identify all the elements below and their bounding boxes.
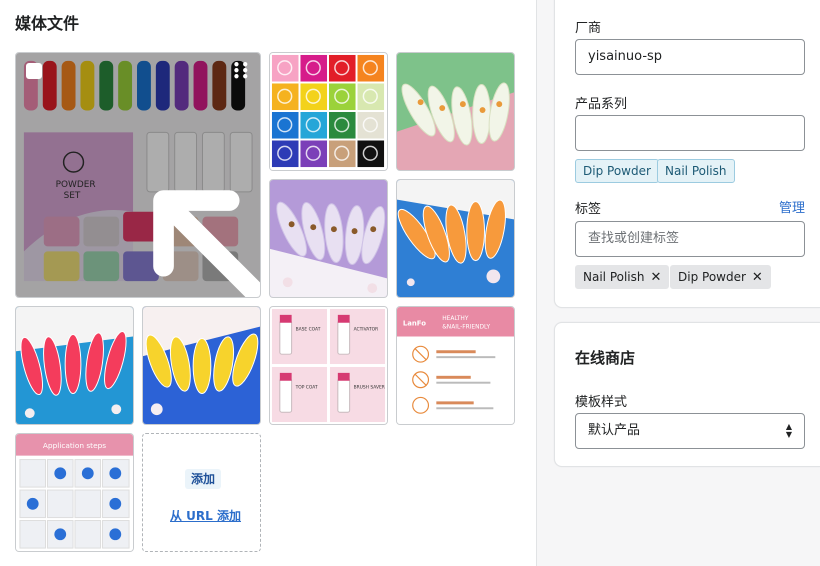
media-section: 媒体文件 POWDER SET •• •• •• BASE COAT ACTIV… [0,0,536,566]
drag-handle-icon[interactable]: •• •• •• [233,59,250,83]
product-type-label: 产品系列 [575,97,628,112]
online-store-title: 在线商店 [575,349,636,367]
media-tile-green-nails[interactable] [396,52,515,171]
media-tile-orange-nails[interactable] [396,179,515,298]
svg-text:&NAIL-FRIENDLY: &NAIL-FRIENDLY [442,325,490,331]
collection-chip-nail-polish[interactable]: Nail Polish [657,159,735,183]
vendor-label: 厂商 [575,21,602,36]
yellow-nails-image [143,307,260,424]
product-type-field[interactable] [575,115,805,151]
template-label: 模板样式 [575,395,628,410]
select-arrows-icon: ▲ ▼ [785,422,792,439]
manage-tags-link[interactable]: 管理 [779,197,805,216]
product-editor: 媒体文件 POWDER SET •• •• •• BASE COAT ACTIV… [0,0,820,566]
select-checkbox[interactable] [26,63,42,79]
vendor-field[interactable]: yisainuo-sp [575,39,805,75]
expand-icon[interactable] [126,163,261,298]
tags-label: 标签 [575,202,602,217]
media-tile-healthy[interactable]: LanFo HEALTHY &NAIL-FRIENDLY [396,306,515,425]
media-tile-swatches[interactable] [269,52,388,171]
tag-chip-label: Dip Powder [678,270,746,284]
coat-bottles-image: BASE COAT ACTIVATOR TOP COAT BRUSH SAVER [270,307,387,424]
tag-chip-dip-powder[interactable]: Dip Powder ✕ [670,265,771,289]
media-title: 媒体文件 [15,14,80,33]
tag-chip-label: Nail Polish [583,270,645,284]
add-media-button[interactable]: 添加 [185,469,222,489]
media-tile-purple-nails[interactable] [269,179,388,298]
red-nails-image [16,307,133,424]
healthy-nail-image: LanFo HEALTHY &NAIL-FRIENDLY [397,307,514,424]
media-tile-coat-bottles[interactable]: BASE COAT ACTIVATOR TOP COAT BRUSH SAVER [269,306,388,425]
healthy-brand: LanFo [403,320,426,328]
media-tile-cover[interactable]: POWDER SET •• •• •• [15,52,261,298]
organization-card: 厂商 yisainuo-sp 产品系列 Dip Powder Nail Poli… [554,0,820,308]
remove-tag-icon[interactable]: ✕ [651,270,662,285]
coat-label: BRUSH SAVER [354,385,385,391]
media-tile-yellow-nails[interactable] [142,306,261,425]
purple-nails-image [270,180,387,297]
orange-nails-image [397,180,514,297]
color-swatch-image [270,53,387,170]
application-steps-image: Application steps [16,434,133,551]
coat-label: TOP COAT [295,385,318,391]
svg-text:HEALTHY: HEALTHY [442,316,469,322]
media-tile-steps[interactable]: Application steps [15,433,134,552]
coat-label: ACTIVATOR [354,327,379,333]
media-tile-red-nails[interactable] [15,306,134,425]
template-select[interactable]: 默认产品 ▲ ▼ [575,413,805,449]
tag-chip-nail-polish[interactable]: Nail Polish ✕ [575,265,670,289]
remove-tag-icon[interactable]: ✕ [752,270,763,285]
steps-title: Application steps [43,441,106,450]
add-from-url-link[interactable]: 从 URL 添加 [170,507,241,524]
template-select-value: 默认产品 [588,423,641,438]
online-store-card: 在线商店 模板样式 默认产品 ▲ ▼ [554,322,820,467]
collection-chip-dip-powder[interactable]: Dip Powder [575,159,659,183]
add-media-dropzone[interactable]: 添加 从 URL 添加 [142,433,261,552]
green-nails-image [397,53,514,170]
coat-label: BASE COAT [296,327,321,333]
tags-search-input[interactable]: 查找或创建标签 [575,221,805,257]
